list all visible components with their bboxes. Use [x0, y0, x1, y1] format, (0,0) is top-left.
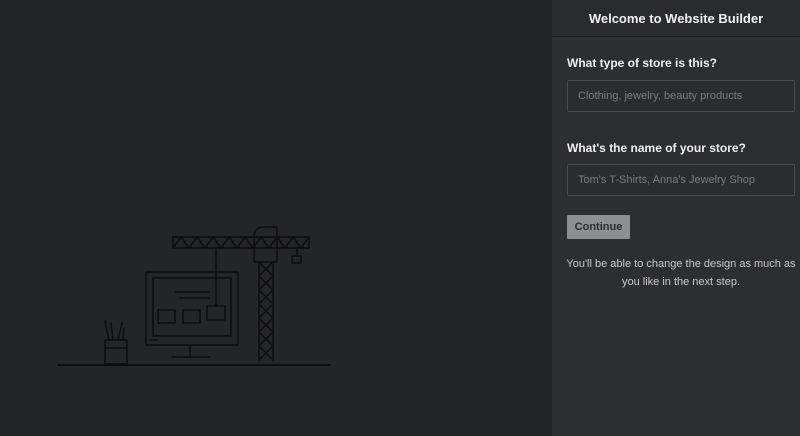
store-name-label: What's the name of your store? [567, 141, 746, 155]
continue-button[interactable]: Continue [567, 215, 630, 239]
illustration-area [0, 0, 552, 436]
store-name-input[interactable] [567, 164, 795, 196]
setup-panel: Welcome to Website Builder What type of … [552, 0, 800, 436]
panel-header: Welcome to Website Builder [552, 0, 800, 37]
design-change-note: You'll be able to change the design as m… [566, 258, 796, 288]
store-type-input[interactable] [567, 80, 795, 112]
store-type-label: What type of store is this? [567, 56, 718, 70]
construction-crane-monitor-illustration-icon [57, 226, 331, 366]
page-title: Welcome to Website Builder [588, 10, 764, 26]
